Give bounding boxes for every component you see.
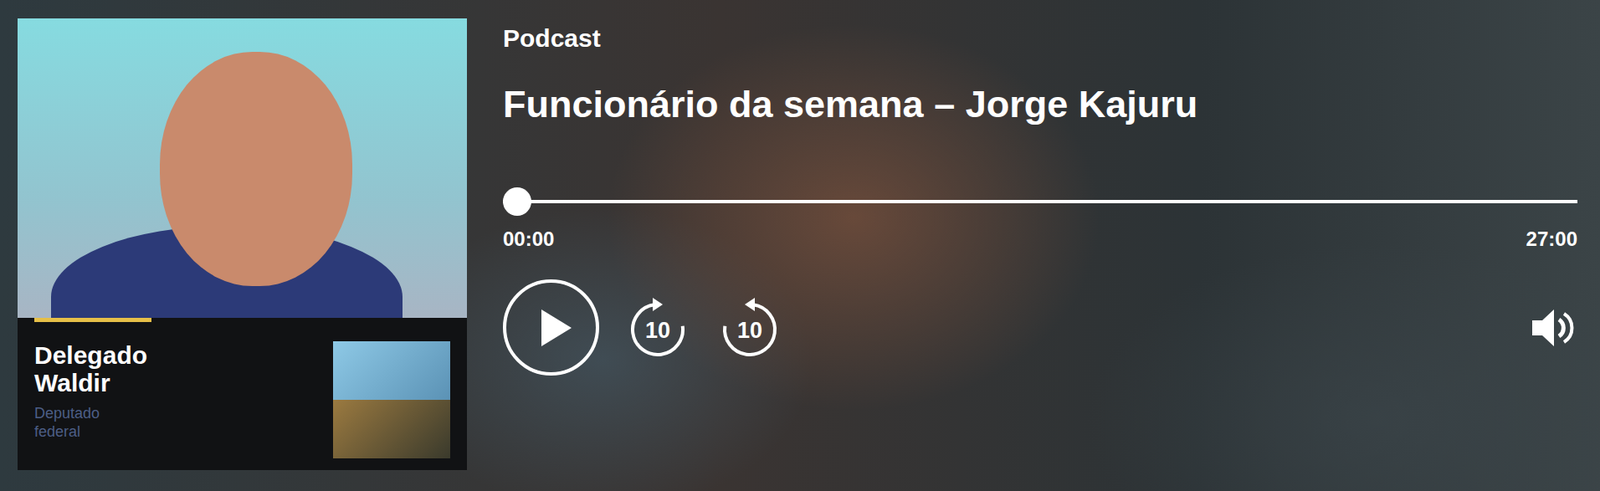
speaker-role: Deputado federal [34,405,127,442]
skip-forward-button[interactable]: 10 [716,294,784,362]
progress-knob[interactable] [502,187,532,216]
episode-thumbnail [333,341,451,459]
rewind-icon: 10 [624,294,692,362]
cover-card: Delegado Waldir Deputado federal [17,18,467,471]
svg-text:10: 10 [737,317,763,344]
cover-caption: Delegado Waldir Deputado federal [17,317,467,471]
elapsed-time: 00:00 [502,227,554,252]
podcast-player: Delegado Waldir Deputado federal Podcast Fu… [0,0,1600,491]
podcast-label: Podcast [502,23,1578,54]
player-panel: Podcast Funcionário da semana – Jorge Kaj… [502,23,1578,376]
skip-back-button[interactable]: 10 [624,294,692,362]
cover-photo [17,18,467,318]
progress-slider[interactable] [502,187,1578,216]
speaker-icon [1528,306,1576,350]
accent-bar [34,317,152,323]
total-duration: 27:00 [1526,227,1578,252]
volume-button[interactable] [1527,302,1578,354]
play-button[interactable] [502,279,600,376]
progress-track [502,200,1578,204]
svg-text:10: 10 [645,317,671,344]
episode-title: Funcionário da semana – Jorge Kajuru [502,82,1578,128]
play-icon [536,307,574,349]
forward-icon: 10 [716,294,784,362]
speaker-name: Delegado Waldir [34,341,194,397]
